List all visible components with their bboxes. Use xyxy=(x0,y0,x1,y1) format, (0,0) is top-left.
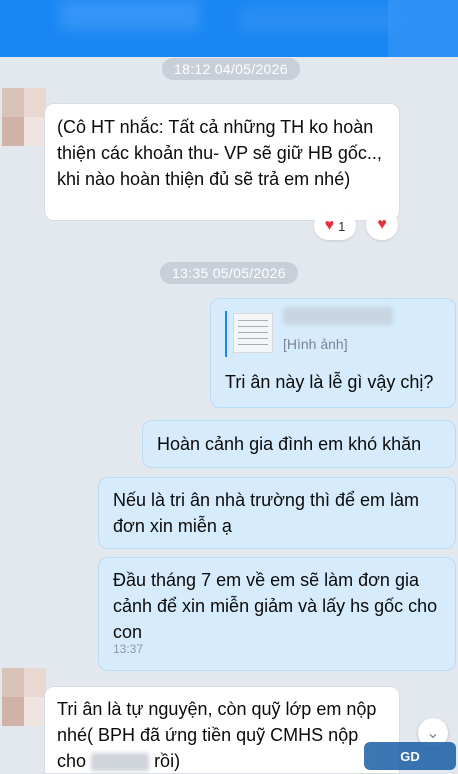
outgoing-message[interactable]: Hoàn cảnh gia đình em khó khăn xyxy=(142,420,456,468)
blurred-header-region xyxy=(388,0,458,57)
quoted-image-thumbnail[interactable] xyxy=(233,313,273,353)
message-text-end: rồi) xyxy=(154,751,181,771)
logo-mark: GD xyxy=(400,748,420,764)
chevron-down-icon: ⌄ xyxy=(426,725,440,742)
watermark-logo: GD xyxy=(364,742,456,770)
blurred-header-region xyxy=(60,0,200,30)
incoming-message[interactable]: Tri ân là tự nguyện, còn quỹ lớp em nộp … xyxy=(44,686,400,774)
react-button[interactable]: ♥ xyxy=(366,210,398,240)
timestamp-pill: 18:12 04/05/2026 xyxy=(162,58,300,80)
message-text: (Cô HT nhắc: Tất cả những TH ko hoàn thi… xyxy=(57,117,382,189)
message-text: Đầu tháng 7 em về em sẽ làm đơn gia cảnh… xyxy=(113,570,438,642)
blurred-quoted-sender xyxy=(283,307,393,325)
incoming-message[interactable]: (Cô HT nhắc: Tất cả những TH ko hoàn thi… xyxy=(44,103,400,221)
reaction-summary[interactable]: ♥ 1 xyxy=(314,212,356,240)
message-text: Tri ân này là lễ gì vậy chị? xyxy=(225,372,434,392)
outgoing-message[interactable]: Nếu là tri ân nhà trường thì để em làm đ… xyxy=(98,477,456,549)
outgoing-message-with-reply[interactable]: [Hình ảnh] Tri ân này là lễ gì vậy chị? xyxy=(210,298,456,408)
reaction-count: 1 xyxy=(338,218,346,234)
timestamp-pill: 13:35 05/05/2026 xyxy=(160,262,298,284)
heart-icon: ♥ xyxy=(377,216,387,233)
quoted-label: [Hình ảnh] xyxy=(283,336,348,352)
message-time: 13:37 xyxy=(113,642,144,656)
outgoing-message[interactable]: Đầu tháng 7 em về em sẽ làm đơn gia cảnh… xyxy=(98,557,456,671)
chat-header xyxy=(0,0,458,57)
message-text: Nếu là tri ân nhà trường thì để em làm đ… xyxy=(113,490,419,536)
blurred-text xyxy=(91,753,150,772)
blurred-header-region xyxy=(240,6,400,32)
message-text: Hoàn cảnh gia đình em khó khăn xyxy=(157,434,422,454)
avatar[interactable] xyxy=(2,88,46,146)
quote-bar xyxy=(225,311,227,357)
avatar[interactable] xyxy=(2,668,46,726)
heart-icon: ♥ xyxy=(324,217,335,234)
